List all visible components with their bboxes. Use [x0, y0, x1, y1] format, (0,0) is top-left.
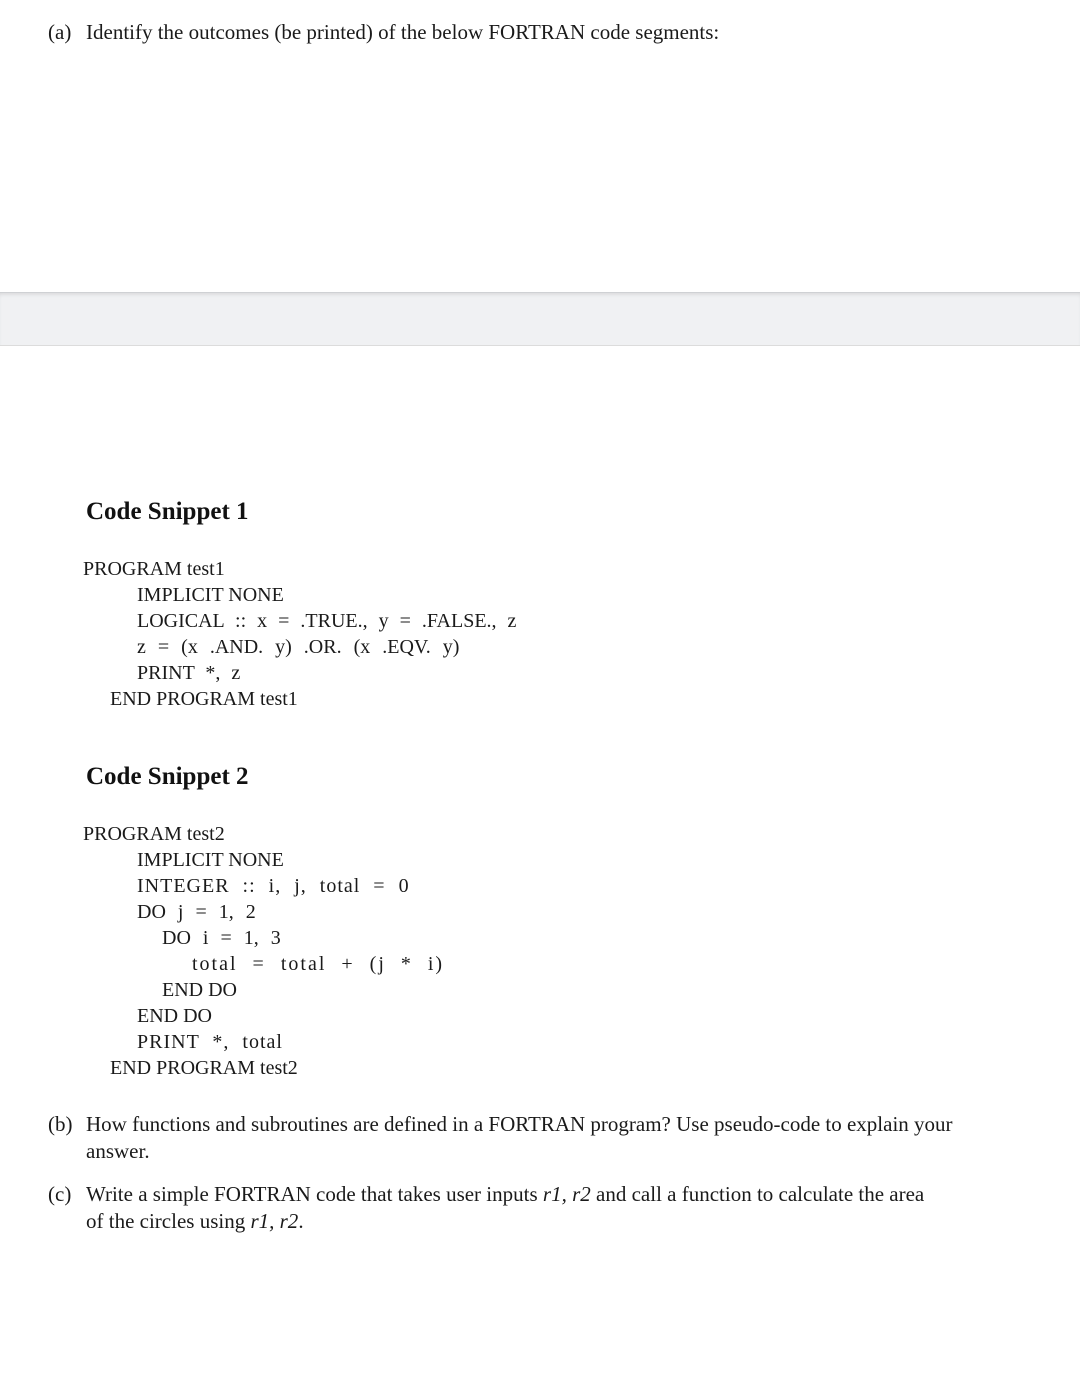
question-b-text: How functions and subroutines are define…: [86, 1111, 1051, 1165]
math-r1-r2: r1, r2: [542, 1182, 591, 1206]
code-line: END DO: [162, 979, 237, 1001]
question-c-text: Write a simple FORTRAN code that takes u…: [86, 1181, 1051, 1235]
code-line: PROGRAM test1: [83, 558, 225, 580]
question-b: (b) How functions and subroutines are de…: [48, 1111, 1058, 1165]
question-a-text: Identify the outcomes (be printed) of th…: [86, 20, 720, 44]
question-c: (c) Write a simple FORTRAN code that tak…: [48, 1181, 1058, 1235]
code-line: PRINT *, z: [137, 662, 241, 684]
question-a-label: (a): [48, 20, 72, 44]
question-c-line-2-start: of the circles using: [86, 1209, 251, 1233]
code-line: PRINT *, total: [137, 1031, 283, 1053]
code-line: z = (x .AND. y) .OR. (x .EQV. y): [137, 636, 460, 658]
question-b-line-1: How functions and subroutines are define…: [86, 1112, 953, 1136]
code-line: DO j = 1, 2: [137, 901, 256, 923]
question-c-line-2: of the circles using r1, r2.: [86, 1208, 1051, 1235]
code-line: LOGICAL :: x = .TRUE., y = .FALSE., z: [137, 610, 517, 632]
code-line: DO i = 1, 3: [162, 927, 281, 949]
snippet2-heading: Code Snippet 2: [86, 763, 249, 790]
snippet1-heading: Code Snippet 1: [86, 498, 249, 525]
question-c-line-1-start: Write a simple FORTRAN code that takes u…: [86, 1182, 543, 1206]
question-c-line-1: Write a simple FORTRAN code that takes u…: [86, 1181, 1051, 1208]
question-a: (a) Identify the outcomes (be printed) o…: [48, 19, 1048, 45]
code-line: INTEGER :: i, j, total = 0: [137, 875, 410, 897]
question-c-label: (c): [48, 1182, 72, 1206]
question-b-label: (b): [48, 1112, 73, 1136]
question-c-line-2-end: .: [298, 1209, 304, 1233]
code-line: END DO: [137, 1005, 212, 1027]
code-line: END PROGRAM test1: [110, 688, 298, 710]
math-r1-r2: r1, r2: [250, 1209, 299, 1233]
question-b-line-2: answer.: [86, 1139, 150, 1163]
code-line: IMPLICIT NONE: [137, 849, 284, 871]
code-line: END PROGRAM test2: [110, 1057, 298, 1079]
code-line: total = total + (j * i): [192, 953, 445, 975]
code-line: PROGRAM test2: [83, 823, 225, 845]
question-c-line-1-end: and call a function to calculate the are…: [590, 1182, 925, 1206]
page-break-divider: [0, 292, 1080, 346]
code-line: IMPLICIT NONE: [137, 584, 284, 606]
